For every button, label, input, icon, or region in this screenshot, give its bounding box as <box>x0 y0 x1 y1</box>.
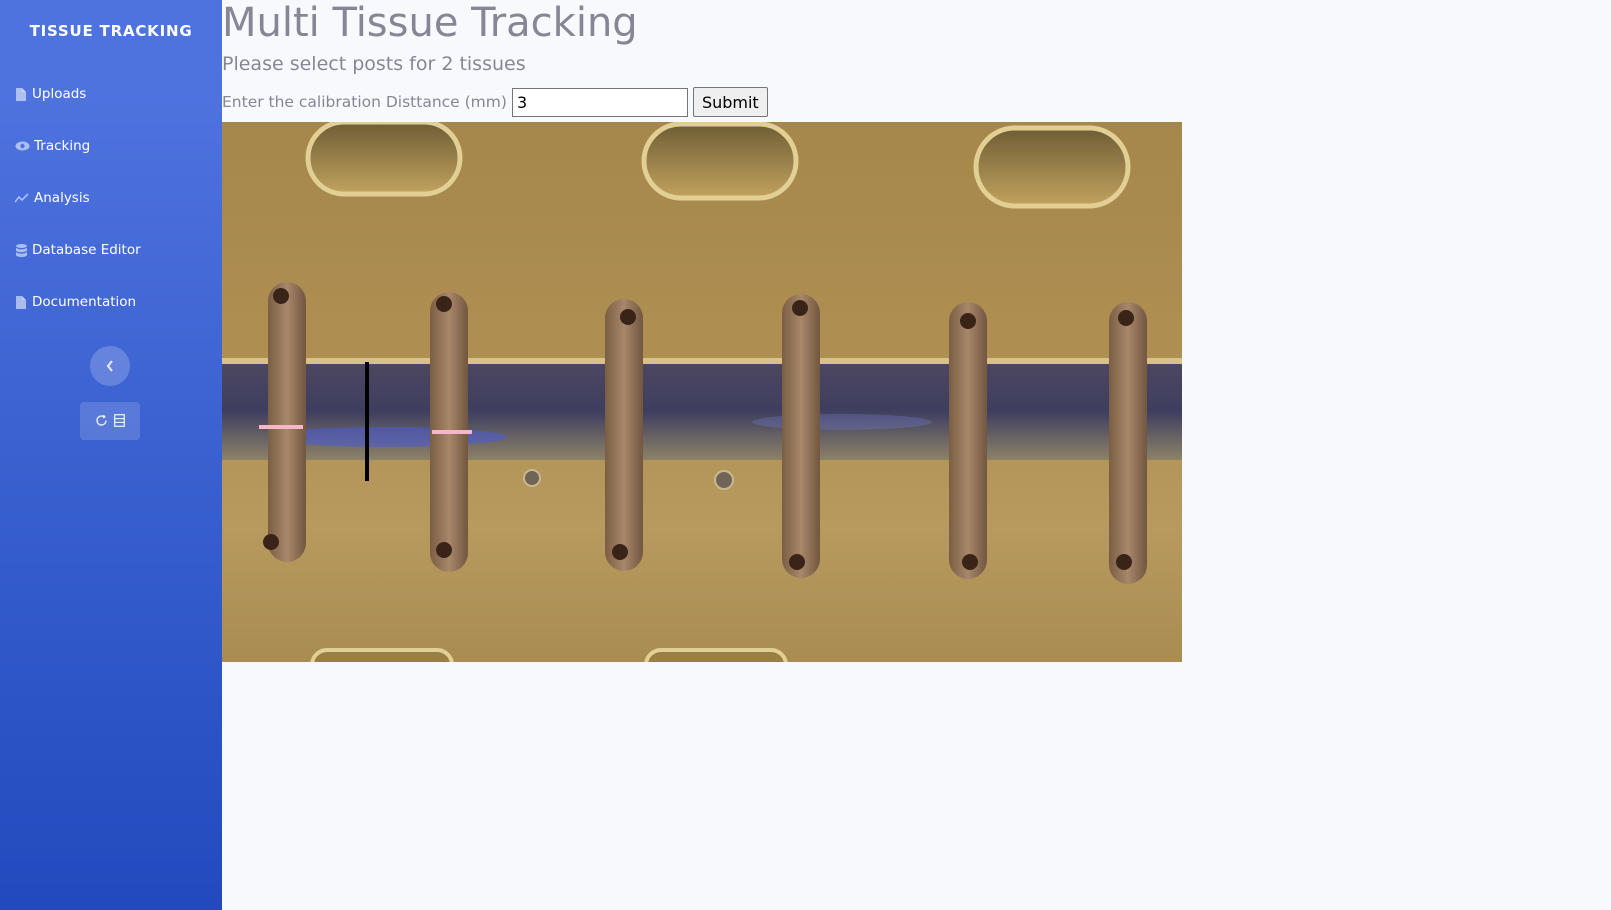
page-subtitle: Please select posts for 2 tissues <box>222 53 526 75</box>
sidebar-item-uploads[interactable]: Uploads <box>14 86 86 102</box>
calibration-form: Enter the calibration Disttance (mm) Sub… <box>222 87 768 117</box>
eye-icon <box>14 139 30 153</box>
sidebar: TISSUE TRACKING Uploads Tracking Analysi… <box>0 0 222 910</box>
calibration-distance-input[interactable] <box>511 87 688 117</box>
sidebar-item-label: Documentation <box>32 294 137 310</box>
submit-button[interactable]: Submit <box>692 87 768 117</box>
list-icon <box>114 412 125 431</box>
sidebar-item-label: Tracking <box>34 138 91 154</box>
sidebar-item-label: Database Editor <box>32 242 141 258</box>
sidebar-item-label: Uploads <box>32 86 87 102</box>
sidebar-item-database-editor[interactable]: Database Editor <box>14 242 141 258</box>
sidebar-brand[interactable]: TISSUE TRACKING <box>0 22 222 40</box>
calibration-label: Enter the calibration Disttance (mm) <box>222 93 507 111</box>
sidebar-toggle-button[interactable] <box>90 346 130 386</box>
tissue-photo-canvas[interactable] <box>222 122 1182 662</box>
refresh-list-button[interactable] <box>80 402 140 440</box>
file-icon <box>14 295 28 309</box>
sidebar-item-analysis[interactable]: Analysis <box>14 190 90 206</box>
chart-line-icon <box>14 191 30 205</box>
chevron-left-icon <box>106 357 114 376</box>
page-title: Multi Tissue Tracking <box>222 0 638 46</box>
sidebar-item-tracking[interactable]: Tracking <box>14 138 90 154</box>
file-icon <box>14 87 28 101</box>
sidebar-item-label: Analysis <box>34 190 90 206</box>
refresh-icon <box>95 412 108 431</box>
sidebar-item-documentation[interactable]: Documentation <box>14 294 136 310</box>
database-icon <box>14 243 28 257</box>
